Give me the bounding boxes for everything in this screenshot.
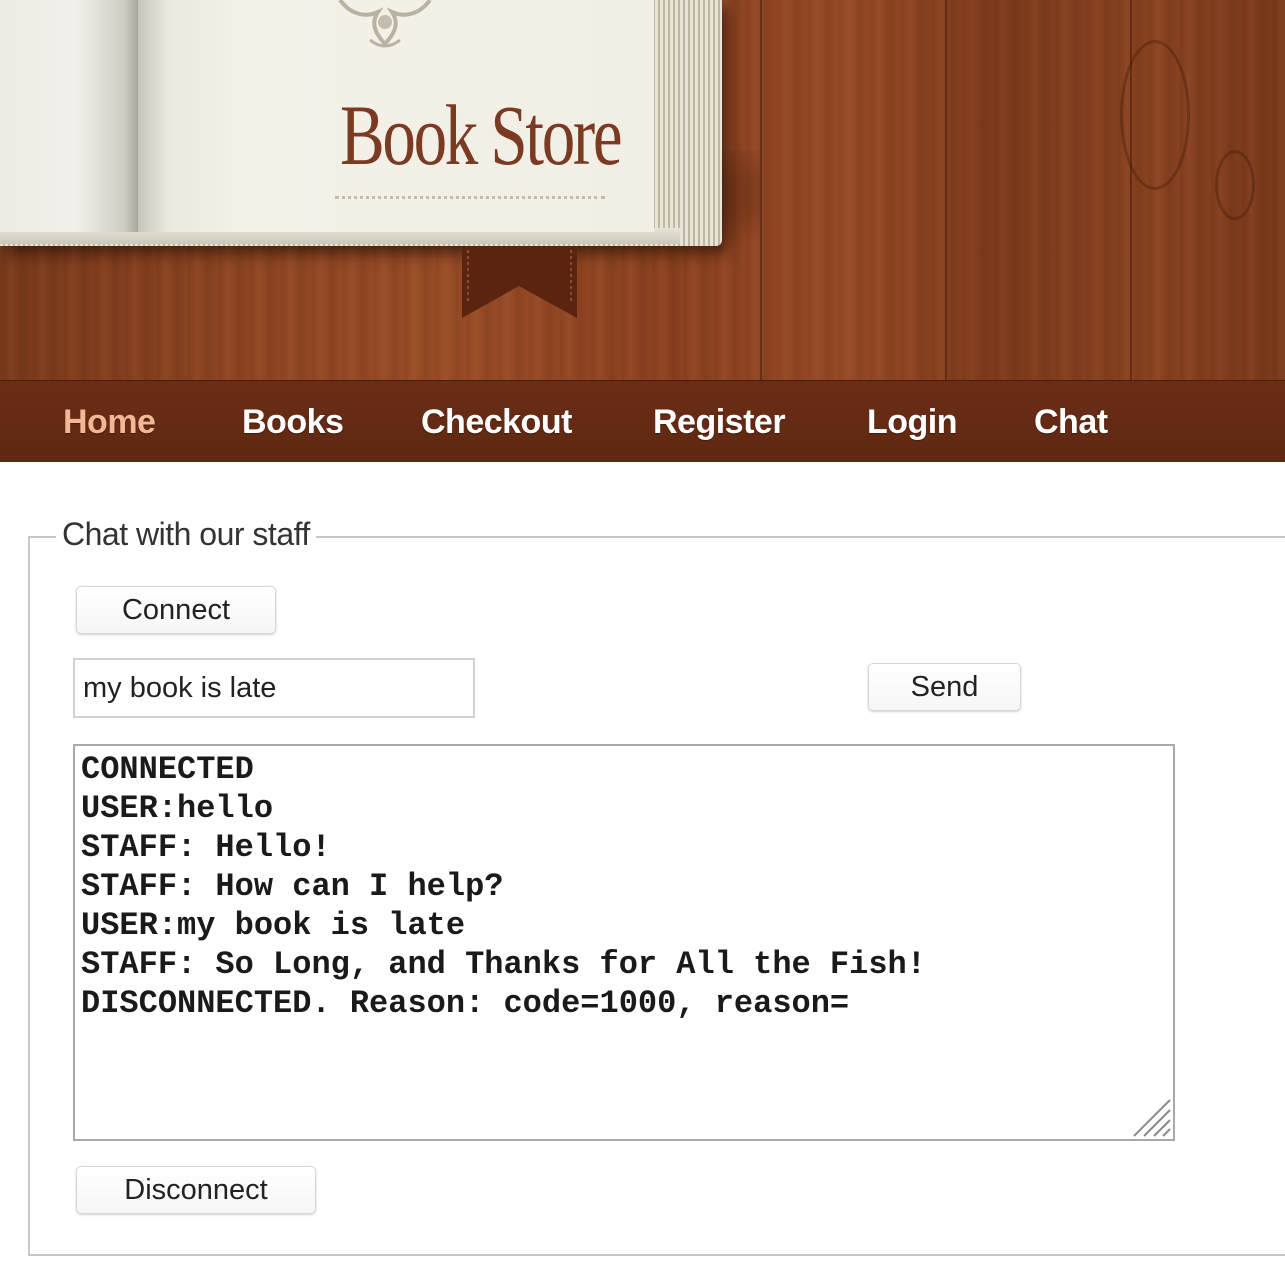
resize-grip-icon[interactable] [1130, 1096, 1172, 1138]
chat-log-line: STAFF: So Long, and Thanks for All the F… [81, 946, 926, 983]
wood-knot [1215, 150, 1255, 220]
nav-item-login[interactable]: Login [867, 381, 958, 463]
nav-item-chat[interactable]: Chat [1034, 381, 1108, 463]
bookmark-icon [462, 246, 577, 318]
chat-log[interactable]: CONNECTED USER:hello STAFF: Hello! STAFF: H… [73, 744, 1175, 1141]
ornament-icon [338, 0, 432, 48]
chat-log-line: STAFF: How can I help? [81, 868, 504, 905]
wood-plank-seam [945, 0, 947, 380]
send-button[interactable]: Send [868, 663, 1021, 711]
chat-log-line: USER:my book is late [81, 907, 466, 944]
chat-log-line: CONNECTED [81, 751, 254, 788]
wood-plank-seam [760, 0, 762, 380]
nav-item-register[interactable]: Register [653, 381, 786, 463]
chat-legend: Chat with our staff [56, 516, 316, 553]
disconnect-button[interactable]: Disconnect [76, 1166, 316, 1214]
message-input[interactable] [73, 658, 475, 718]
chat-log-line: USER:hello [81, 790, 274, 827]
book-left-page [0, 0, 138, 232]
brand-logo-text[interactable]: Book Store [340, 92, 623, 178]
nav-item-books[interactable]: Books [242, 381, 344, 463]
chat-log-line: DISCONNECTED. Reason: code=1000, reason= [81, 985, 850, 1022]
main-nav: Home Books Checkout Register Login Chat [0, 380, 1285, 462]
wood-knot [1120, 40, 1190, 190]
chat-log-line: STAFF: Hello! [81, 829, 331, 866]
site-header: Book Store [0, 0, 1285, 380]
brand-underline [335, 196, 605, 199]
nav-item-checkout[interactable]: Checkout [421, 381, 572, 463]
connect-button[interactable]: Connect [76, 586, 276, 634]
nav-item-home[interactable]: Home [63, 381, 156, 463]
